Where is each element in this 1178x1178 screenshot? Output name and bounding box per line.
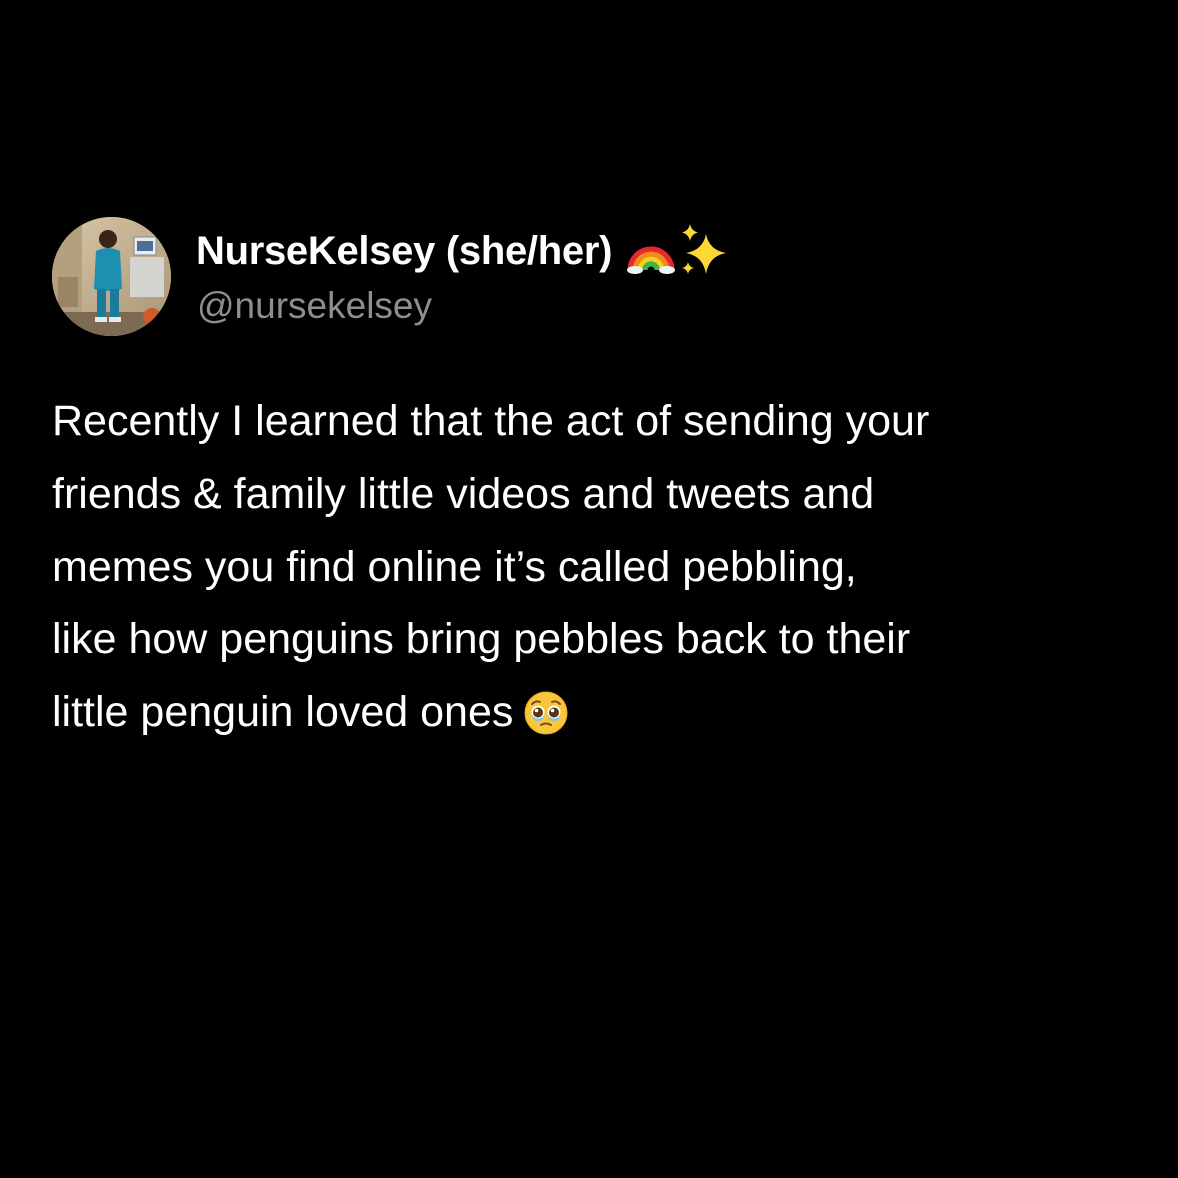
avatar-photo-icon xyxy=(52,217,171,336)
tweet-card: NurseKelsey (she/her) @nursekelsey Recen… xyxy=(0,0,1178,1178)
user-handle[interactable]: @nursekelsey xyxy=(197,283,432,329)
tweet-text-line-content: little penguin loved ones xyxy=(52,688,514,737)
tweet-text-line: memes you find online it’s called pebbli… xyxy=(52,542,857,591)
display-name-text: NurseKelsey (she/her) xyxy=(196,229,613,273)
pleading-face-icon xyxy=(523,686,569,759)
name-emojis xyxy=(626,222,734,280)
tweet-text-line-last: little penguin loved ones xyxy=(52,676,1152,759)
tweet-text-line: Recently I learned that the act of sendi… xyxy=(52,397,930,445)
tweet-text-line: like how penguins bring pebbles back to … xyxy=(52,615,911,664)
tweet-text: Recently I learned that the act of sendi… xyxy=(52,385,1152,759)
rainbow-icon xyxy=(627,246,676,274)
sparkles-icon xyxy=(682,224,727,274)
avatar[interactable] xyxy=(52,217,171,336)
display-name[interactable]: NurseKelsey (she/her) xyxy=(196,222,734,280)
tweet-text-line: friends & family little videos and tweet… xyxy=(52,469,875,518)
